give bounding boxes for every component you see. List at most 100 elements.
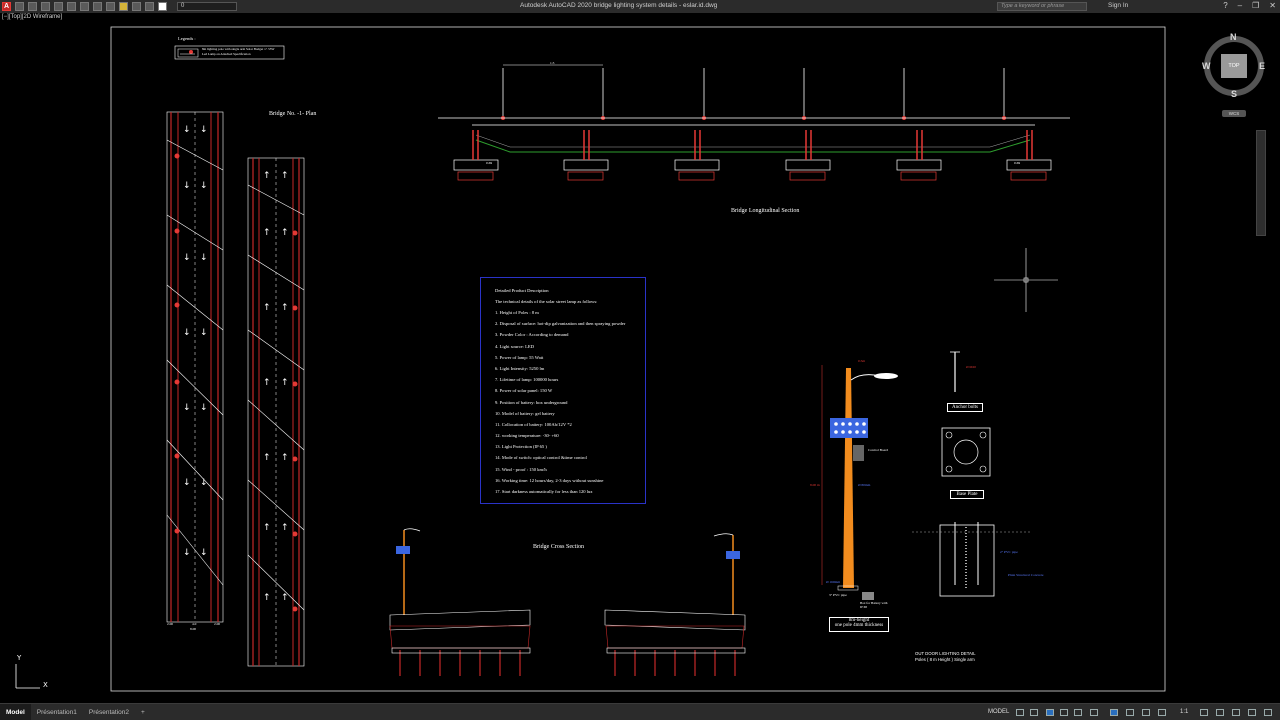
drawing-canvas[interactable]: ↓ ↓ ↓ ↓ ↓ ↓ ↓ ↓ ↓ ↓ ↓ ↓ ↓ ↓ ↑ ↑ ↑ ↑ ↑ ↑ ↑ ↑ ↑ ↑ ↑ ↑ ↑ ↑ [0, 13, 1280, 703]
pole-dia-label: Ø 80mm [858, 483, 871, 487]
close-icon[interactable]: ✕ [1269, 1, 1276, 10]
grid-icon[interactable] [1016, 709, 1024, 716]
tab-presentation2[interactable]: Présentation2 [83, 704, 135, 720]
base-plate-label: Base Plate [950, 490, 984, 499]
window-title: Autodesk AutoCAD 2020 bridge lighting sy… [520, 2, 718, 9]
svg-text:↓: ↓ [200, 181, 208, 191]
plan-dim-3: 2.00 [214, 622, 221, 626]
model-space-toggle[interactable]: MODEL [988, 709, 1009, 715]
crosshair-cursor [994, 248, 1058, 312]
search-input[interactable]: Type a keyword or phrase [997, 2, 1087, 11]
pole-height-label: 8.00 m [810, 483, 820, 487]
pole-caption-box: 8m-height one pole 4mm thickness [829, 617, 889, 632]
osnap-icon[interactable] [1074, 709, 1082, 716]
foundation-concrete-label: Plain Structural Concrete [1008, 573, 1044, 577]
navigation-bar[interactable] [1256, 130, 1266, 236]
redo-icon[interactable] [93, 2, 102, 11]
svg-text:↓: ↓ [200, 548, 208, 558]
customize-menu-icon[interactable] [1264, 709, 1272, 716]
save-icon[interactable] [41, 2, 50, 11]
layer-dropdown[interactable]: 0 [177, 2, 237, 11]
ortho-icon[interactable] [1046, 709, 1054, 716]
otrack-icon[interactable] [1090, 709, 1098, 716]
polar-icon[interactable] [1060, 709, 1068, 716]
isolate-icon[interactable] [1232, 709, 1240, 716]
spec-item: 8. Power of solar panel: 150 W [495, 388, 553, 394]
viewcube-top-face[interactable]: TOP [1221, 54, 1247, 78]
spec-title: Detailed Product Description [495, 288, 549, 293]
lineweight-icon[interactable] [1110, 709, 1118, 716]
sun-icon[interactable] [132, 2, 141, 11]
open-icon[interactable] [28, 2, 37, 11]
add-icon[interactable] [1216, 709, 1224, 716]
longitudinal-section [438, 64, 1070, 181]
foundation-pipe-label: 2" PVC pipe [1000, 550, 1018, 554]
plot-icon[interactable] [67, 2, 76, 11]
undo-icon[interactable] [80, 2, 89, 11]
lightbulb-icon[interactable] [119, 2, 128, 11]
color-square-icon[interactable] [158, 2, 167, 11]
selection-cycling-icon[interactable] [1142, 709, 1150, 716]
tab-presentation1[interactable]: Présentation1 [31, 704, 83, 720]
anchor-bolts-label: Anchor bolts [947, 403, 983, 412]
annotation-scale[interactable]: 1:1 [1180, 709, 1188, 715]
long-pier-dim-right: 0.69 [1014, 161, 1021, 165]
add-layout-button[interactable]: + [135, 704, 151, 720]
restore-icon[interactable]: ❐ [1252, 1, 1259, 10]
svg-text:↓: ↓ [183, 548, 191, 558]
snap-icon[interactable] [1030, 709, 1038, 716]
cross-section-right [604, 533, 746, 676]
ucs-icon [15, 664, 40, 689]
workspace-gear-icon[interactable] [1200, 709, 1208, 716]
viewcube-north[interactable]: N [1230, 32, 1237, 42]
svg-text:↑: ↑ [281, 171, 289, 181]
pvc-pipe-label: 3" PVC pipe [829, 593, 847, 597]
share-icon[interactable] [106, 2, 115, 11]
annotation-icon[interactable] [1158, 709, 1166, 716]
base-dia-label: Ø 160mm [826, 580, 841, 584]
svg-text:↓: ↓ [183, 181, 191, 191]
lock-icon[interactable] [145, 2, 154, 11]
viewcube-south[interactable]: S [1231, 89, 1237, 99]
transparency-icon[interactable] [1126, 709, 1134, 716]
wcs-menu[interactable]: WCS [1222, 110, 1246, 117]
control-board-label: Control Board [868, 448, 889, 452]
cross-section-left [389, 528, 531, 676]
spec-item: 16. Working time: 12 hours/day, 2-3 days… [495, 477, 604, 483]
svg-text:↓: ↓ [200, 125, 208, 135]
spec-item: 14. Mode of switch: optical control &tim… [495, 455, 587, 461]
svg-text:↓: ↓ [183, 125, 191, 135]
new-icon[interactable] [15, 2, 24, 11]
svg-text:↓: ↓ [183, 253, 191, 263]
svg-text:↑: ↑ [281, 378, 289, 388]
svg-text:↑: ↑ [281, 593, 289, 603]
viewcube-east[interactable]: E [1259, 61, 1265, 71]
spec-item: 12. working temperature: -30- +60 [495, 433, 559, 439]
svg-text:↓: ↓ [183, 478, 191, 488]
sign-in-button[interactable]: Sign In [1108, 2, 1128, 9]
svg-text:↑: ↑ [263, 453, 271, 463]
svg-text:↓: ↓ [200, 328, 208, 338]
spec-item: 5. Power of lamp: 55 Watt [495, 354, 544, 360]
spec-item: 11. Collocation of battery: 100Ah/12V *2 [495, 421, 572, 427]
minimize-icon[interactable]: – [1238, 1, 1242, 10]
viewcube-west[interactable]: W [1202, 61, 1211, 71]
svg-text:↑: ↑ [263, 171, 271, 181]
tab-model[interactable]: Model [0, 704, 31, 720]
save-as-icon[interactable] [54, 2, 63, 11]
plan-dim-2: 4.0 [192, 622, 197, 626]
svg-text:↓: ↓ [200, 253, 208, 263]
ucs-x-label: X [43, 681, 48, 689]
spec-list: 1. Height of Poles : 8 m 2. Disposal of … [495, 310, 625, 500]
autocad-app-button[interactable]: A [2, 2, 11, 11]
svg-text:↑: ↑ [263, 228, 271, 238]
svg-text:↓: ↓ [183, 328, 191, 338]
outdoor-lighting-title: OUT DOOR LIGHTING DETAIL [915, 651, 976, 656]
help-button[interactable]: ? [1223, 1, 1227, 10]
cross-section-title: Bridge Cross Section [533, 544, 584, 550]
legend-text-1: 8m lighting pole with single arm Solar B… [202, 47, 275, 51]
outdoor-lighting-subtitle: Poles ( 8 m Height ) Single arm [915, 657, 975, 662]
hardware-acceleration-icon[interactable] [1248, 709, 1256, 716]
battery-box-label: Box for Battery with IP 68 [860, 601, 888, 609]
svg-text:↑: ↑ [263, 593, 271, 603]
